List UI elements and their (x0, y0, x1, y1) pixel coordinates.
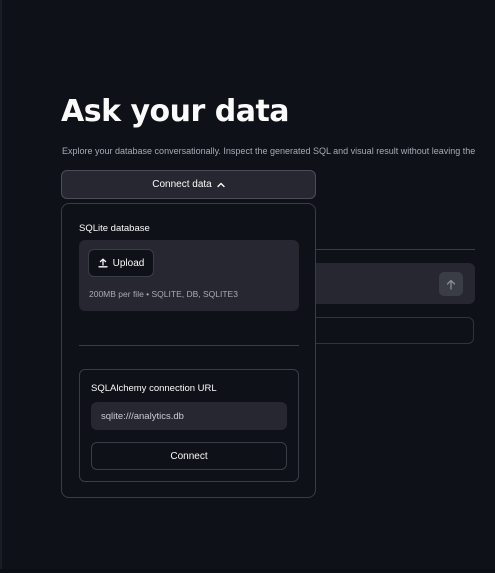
page-subtitle: Explore your database conversationally. … (62, 146, 476, 156)
sqlalchemy-url-input[interactable] (91, 402, 287, 430)
bottom-band (0, 569, 495, 573)
send-button[interactable] (439, 272, 463, 296)
sqlalchemy-form: SQLAlchemy connection URL Connect (79, 369, 299, 482)
connect-data-label: Connect data (152, 179, 212, 190)
upload-button-label: Upload (112, 257, 145, 269)
upload-help-text: 200MB per file • SQLITE, DB, SQLITE3 (89, 289, 238, 299)
chat-divider (316, 249, 475, 250)
chat-input[interactable] (316, 317, 474, 344)
chevron-up-icon (217, 182, 225, 188)
sidebar-edge (0, 0, 2, 573)
arrow-up-icon (446, 279, 456, 290)
connect-button-label: Connect (170, 450, 208, 462)
sqlite-database-label: SQLite database (79, 223, 150, 234)
upload-button[interactable]: Upload (88, 249, 154, 277)
upload-icon (97, 258, 108, 268)
connect-data-popover: SQLite database Upload 200MB per file • … (61, 203, 316, 498)
connect-data-toggle[interactable]: Connect data (61, 170, 316, 199)
connect-button[interactable]: Connect (91, 442, 287, 470)
sqlalchemy-url-label: SQLAlchemy connection URL (91, 383, 217, 394)
section-divider (79, 345, 299, 346)
file-dropzone[interactable]: Upload 200MB per file • SQLITE, DB, SQLI… (79, 240, 299, 311)
page-title: Ask your data (61, 94, 290, 129)
